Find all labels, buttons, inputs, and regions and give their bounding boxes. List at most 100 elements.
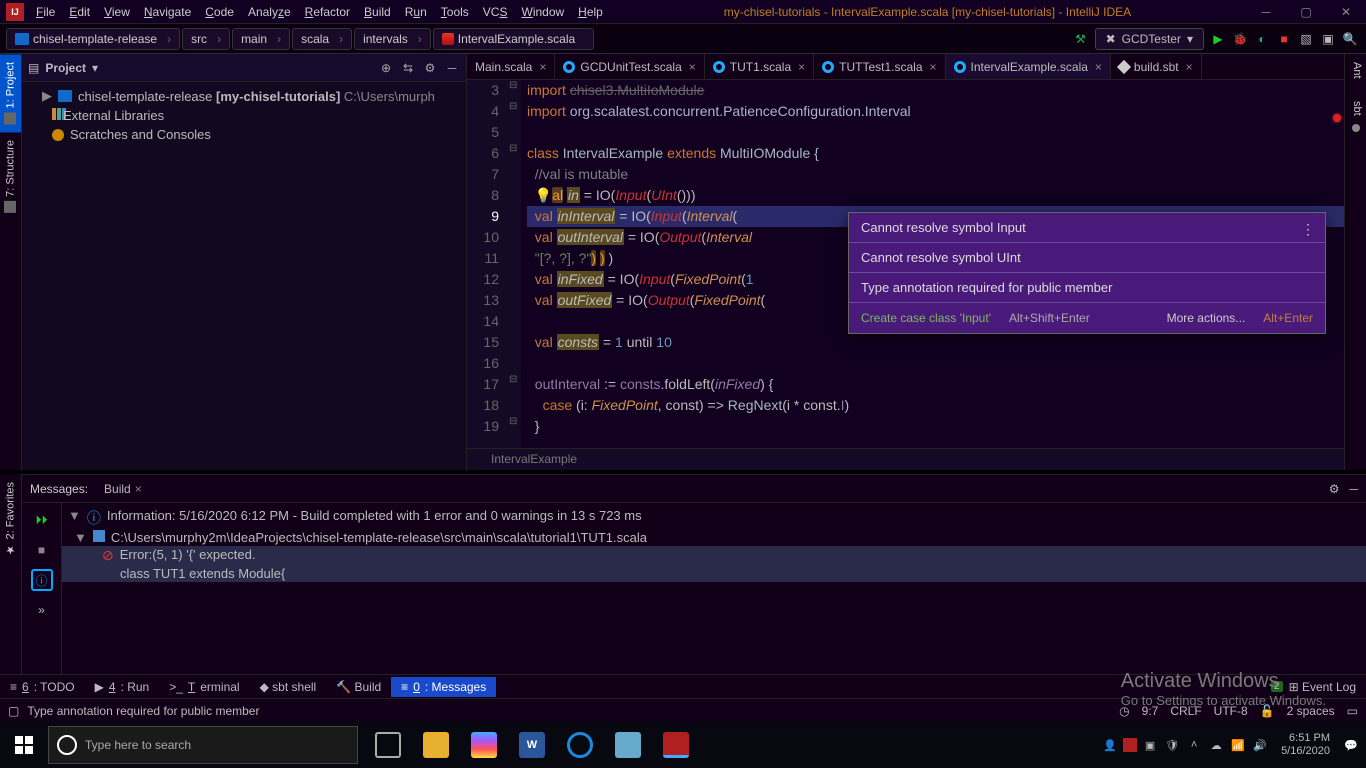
encoding[interactable]: UTF-8 (1214, 704, 1248, 718)
select-target-icon[interactable]: ⊕ (378, 60, 394, 76)
taskbar-app[interactable]: W (508, 722, 556, 768)
wifi-icon[interactable]: 📶 (1229, 736, 1247, 754)
tab-buildsbt[interactable]: build.sbt× (1111, 54, 1202, 79)
tw-messages[interactable]: ≡ 0: Messages (391, 677, 496, 697)
tab-intervalexample[interactable]: IntervalExample.scala× (946, 54, 1111, 79)
event-log-button[interactable]: ⊞ Event Log (1289, 680, 1356, 694)
tool-tab-project[interactable]: 1: Project (0, 54, 21, 132)
stop-icon[interactable]: ■ (31, 539, 53, 561)
tab-tut1[interactable]: TUT1.scala× (705, 54, 814, 79)
hide-icon[interactable]: ─ (1349, 482, 1358, 496)
taskbar-app[interactable] (604, 722, 652, 768)
line-separator[interactable]: CRLF (1170, 704, 1201, 718)
taskbar-search[interactable]: Type here to search (48, 726, 358, 764)
tab-main[interactable]: Main.scala× (467, 54, 555, 79)
mem-indicator[interactable]: ▭ (1347, 704, 1358, 718)
taskbar-app-intellij[interactable] (652, 722, 700, 768)
tw-sbtshell[interactable]: ◆ sbt shell (250, 677, 327, 697)
task-view-button[interactable] (364, 722, 412, 768)
message-row[interactable]: ▼ⓘInformation: 5/16/2020 6:12 PM - Build… (62, 507, 1366, 529)
message-row[interactable]: ⊘Error:(5, 1) '{' expected. (62, 546, 1366, 565)
stop-button[interactable]: ■ (1276, 31, 1292, 47)
tool-tab-ant[interactable]: Ant (1345, 54, 1366, 87)
close-icon[interactable]: × (930, 60, 937, 74)
layout-button[interactable]: ▧ (1298, 31, 1314, 47)
tool-tab-sbt[interactable]: sbt (1345, 93, 1366, 124)
tree-row-scratches[interactable]: Scratches and Consoles (22, 125, 466, 144)
taskbar-clock[interactable]: 6:51 PM5/16/2020 (1281, 732, 1330, 758)
indent-info[interactable]: 2 spaces (1287, 704, 1335, 718)
tool-tab-favorites[interactable]: ★ 2: Favorites (0, 474, 21, 564)
rerun-icon[interactable]: ⏵⏵ (31, 509, 53, 531)
search-button[interactable]: 🔍 (1342, 31, 1358, 47)
tray-icon[interactable]: 🛡 (1163, 736, 1181, 754)
debug-button[interactable]: 🐞 (1232, 31, 1248, 47)
run-config-selector[interactable]: ✖ GCDTester ▾ (1095, 28, 1204, 50)
more-icon[interactable]: » (31, 599, 53, 621)
gear-icon[interactable]: ⚙ (422, 60, 438, 76)
close-icon[interactable]: × (689, 60, 696, 74)
panel-title[interactable]: Project (45, 61, 86, 75)
tw-terminal[interactable]: >_ Terminal (159, 677, 249, 697)
menu-vcs[interactable]: VCS (477, 2, 514, 22)
crumb-src[interactable]: src (182, 28, 230, 50)
editor-breadcrumb[interactable]: IntervalExample (467, 448, 1344, 470)
coverage-button[interactable]: ◐ (1254, 31, 1270, 47)
menu-build[interactable]: Build (358, 2, 397, 22)
taskbar-app[interactable] (460, 722, 508, 768)
message-row[interactable]: class TUT1 extends Module{ (62, 565, 1366, 582)
caret-position[interactable]: 9:7 (1142, 704, 1159, 718)
notifications-icon[interactable]: 💬 (1342, 736, 1360, 754)
crumb-scala[interactable]: scala (292, 28, 352, 50)
tree-row-project[interactable]: ▶ chisel-template-release [my-chisel-tut… (22, 86, 466, 106)
crumb-file[interactable]: IntervalExample.scala (433, 28, 594, 50)
tray-icon[interactable]: ▣ (1141, 736, 1159, 754)
start-button[interactable] (0, 722, 48, 768)
build-button[interactable]: ⚒ (1073, 31, 1089, 47)
popup-row[interactable]: Type annotation required for public memb… (849, 273, 1325, 303)
maximize-button[interactable]: ▢ (1286, 0, 1326, 24)
messages-tab-build[interactable]: Build × (98, 479, 148, 499)
popup-row[interactable]: Cannot resolve symbol Input (849, 213, 1325, 243)
menu-run[interactable]: Run (399, 2, 433, 22)
menu-view[interactable]: View (98, 2, 136, 22)
menu-edit[interactable]: Edit (63, 2, 96, 22)
taskbar-app[interactable] (412, 722, 460, 768)
status-icon[interactable]: ▢ (8, 704, 19, 718)
tw-run[interactable]: ▶ 4: Run (85, 677, 160, 697)
display-button[interactable]: ▣ (1320, 31, 1336, 47)
progress-icon[interactable]: ◷ (1119, 704, 1129, 718)
close-icon[interactable]: × (539, 60, 546, 74)
chevron-down-icon[interactable]: ▾ (92, 61, 98, 75)
cloud-icon[interactable]: ☁ (1207, 736, 1225, 754)
expand-all-icon[interactable]: ⇆ (400, 60, 416, 76)
menu-code[interactable]: Code (199, 2, 240, 22)
people-icon[interactable]: 👤 (1101, 736, 1119, 754)
menu-help[interactable]: Help (572, 2, 609, 22)
menu-navigate[interactable]: Navigate (138, 2, 197, 22)
popup-action-create[interactable]: Create case class 'Input' (861, 311, 991, 325)
filter-icon[interactable]: ⓘ (31, 569, 53, 591)
message-row[interactable]: ▼C:\Users\murphy2m\IdeaProjects\chisel-t… (62, 529, 1366, 546)
tab-gcdunit[interactable]: GCDUnitTest.scala× (555, 54, 704, 79)
tw-todo[interactable]: ≡ 6: TODO (0, 677, 85, 697)
minimize-button[interactable]: ─ (1246, 0, 1286, 24)
crumb-intervals[interactable]: intervals (354, 28, 431, 50)
tray-up-icon[interactable]: ˄ (1185, 736, 1203, 754)
tree-row-libs[interactable]: External Libraries (22, 106, 466, 125)
tw-build[interactable]: 🔨 Build (326, 677, 391, 697)
close-icon[interactable]: × (798, 60, 805, 74)
popup-row[interactable]: Cannot resolve symbol UInt (849, 243, 1325, 273)
popup-action-more[interactable]: More actions... (1167, 311, 1246, 325)
hide-icon[interactable]: ─ (444, 60, 460, 76)
close-button[interactable]: ✕ (1326, 0, 1366, 24)
error-indicator[interactable] (1333, 114, 1341, 122)
menu-tools[interactable]: Tools (435, 2, 475, 22)
menu-refactor[interactable]: Refactor (299, 2, 356, 22)
crumb-main[interactable]: main (232, 28, 290, 50)
more-icon[interactable]: ⋮ (1301, 221, 1315, 238)
menu-analyze[interactable]: Analyze (242, 2, 297, 22)
tool-tab-structure[interactable]: 7: Structure (0, 132, 21, 221)
gear-icon[interactable]: ⚙ (1329, 482, 1340, 496)
run-button[interactable]: ▶ (1210, 31, 1226, 47)
